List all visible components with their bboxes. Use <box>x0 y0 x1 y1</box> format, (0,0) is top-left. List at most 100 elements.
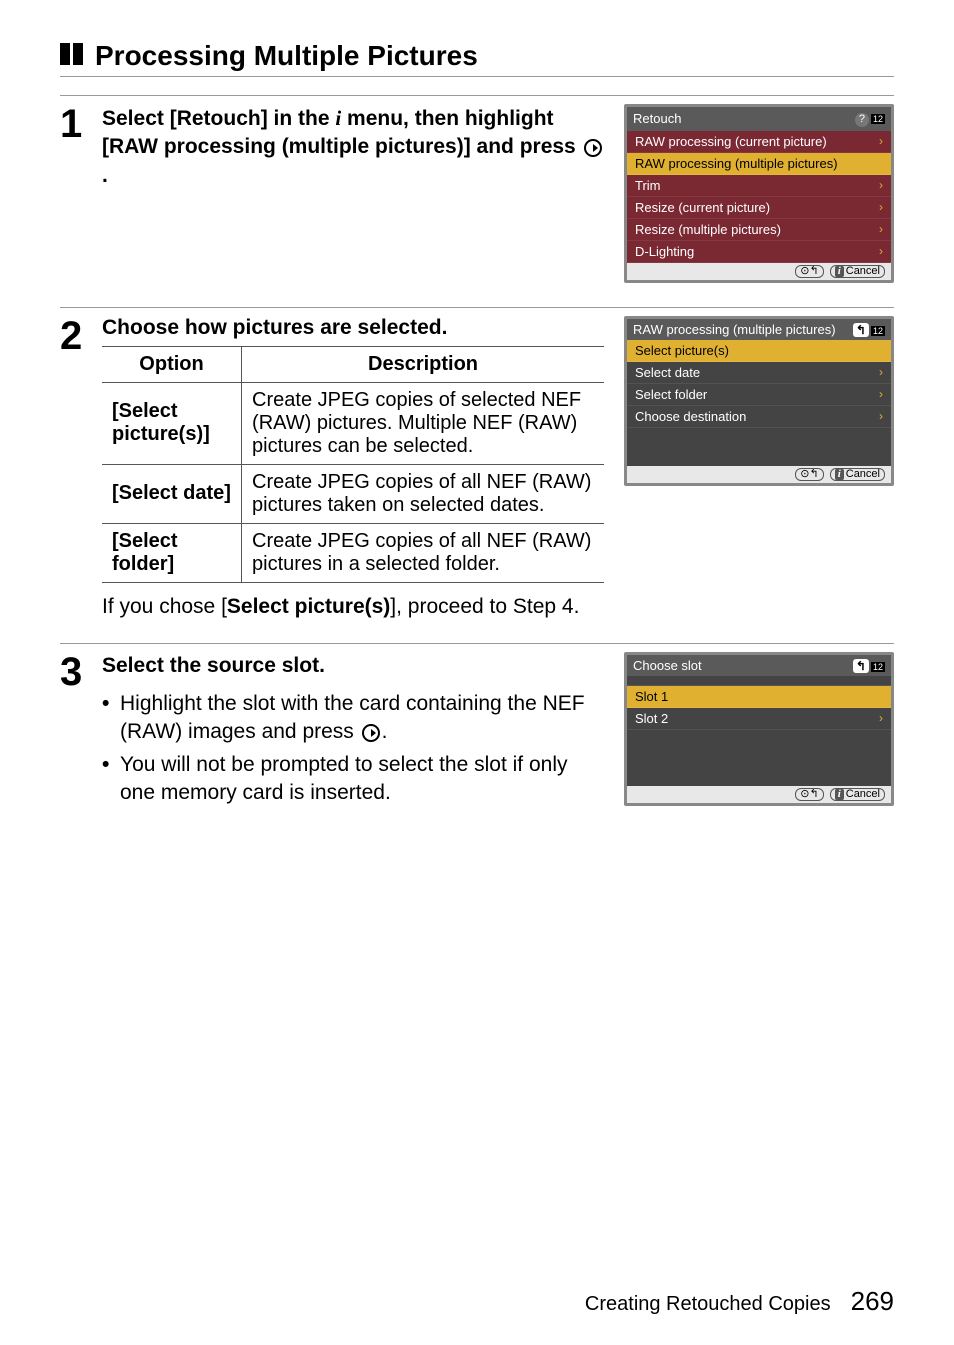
badge-12: 12 <box>871 326 885 336</box>
menu-row-label: Resize (current picture) <box>635 201 770 214</box>
step-number: 1 <box>60 104 92 283</box>
back-icon: ↰ <box>853 659 869 673</box>
cancel-hint: iCancel <box>830 265 885 278</box>
screen-title-bar: Choose slot ↰12 <box>627 655 891 676</box>
description-cell: Create JPEG copies of selected NEF (RAW)… <box>242 382 604 464</box>
separator <box>627 676 891 686</box>
chevron-right-icon: › <box>879 201 883 213</box>
dial-icon: ⊙↰ <box>795 468 823 481</box>
footer-section-name: Creating Retouched Copies <box>585 1293 831 1316</box>
menu-row-label: Select folder <box>635 388 707 401</box>
menu-row-selected: RAW processing (multiple pictures) › <box>627 153 891 175</box>
menu-row-label: Select date <box>635 366 700 379</box>
screen-footer: ⊙↰ iCancel <box>627 263 891 280</box>
chevron-right-icon: › <box>879 388 883 400</box>
screen-title: RAW processing (multiple pictures) <box>633 323 836 336</box>
menu-row: Slot 2 › <box>627 708 891 730</box>
screen-select-method: RAW processing (multiple pictures) ↰12 S… <box>624 316 894 486</box>
screen-footer: ⊙↰ iCancel <box>627 466 891 483</box>
help-icon: ? <box>855 113 869 127</box>
table-row: [Select picture(s)] Create JPEG copies o… <box>102 382 604 464</box>
step-number: 2 <box>60 316 92 619</box>
step-3: 3 Select the source slot. Highlight the … <box>60 643 894 812</box>
menu-row: Select folder › <box>627 384 891 406</box>
chevron-right-icon: › <box>879 410 883 422</box>
chevron-right-icon: › <box>879 245 883 257</box>
cancel-label: Cancel <box>846 789 880 800</box>
dial-icon: ⊙↰ <box>795 788 823 801</box>
screen-title-bar: RAW processing (multiple pictures) ↰12 <box>627 319 891 340</box>
screen-title: Choose slot <box>633 659 702 672</box>
step3-bullet-2: You will not be prompted to select the s… <box>102 751 604 808</box>
step1-instruction: Select [Retouch] in the i menu, then hig… <box>102 104 604 190</box>
cancel-label: Cancel <box>846 469 880 480</box>
description-cell: Create JPEG copies of all NEF (RAW) pict… <box>242 464 604 523</box>
menu-row: Resize (multiple pictures) › <box>627 219 891 241</box>
screen-retouch-menu: Retouch ?12 RAW processing (current pict… <box>624 104 894 283</box>
badge-12: 12 <box>871 662 885 672</box>
badge-12: 12 <box>871 114 885 124</box>
step-number: 3 <box>60 652 92 812</box>
description-cell: Create JPEG copies of all NEF (RAW) pict… <box>242 523 604 582</box>
multi-selector-right-icon <box>584 139 602 157</box>
section-title: Processing Multiple Pictures <box>95 40 478 72</box>
back-icon: ↰ <box>853 323 869 337</box>
chevron-right-icon: › <box>879 135 883 147</box>
menu-row: Trim › <box>627 175 891 197</box>
section-marker-icon <box>60 43 83 65</box>
menu-row-label: Slot 2 <box>635 712 668 725</box>
menu-row-label: Select picture(s) <box>635 344 729 357</box>
chevron-right-icon: › <box>879 157 883 169</box>
option-cell: [Select picture(s)] <box>102 382 242 464</box>
cancel-hint: iCancel <box>830 468 885 481</box>
menu-row: Resize (current picture) › <box>627 197 891 219</box>
chevron-right-icon: › <box>879 179 883 191</box>
chevron-right-icon: › <box>879 712 883 724</box>
step1-text-post: . <box>102 164 108 187</box>
menu-row: RAW processing (current picture)› <box>627 131 891 153</box>
multi-selector-right-icon <box>362 724 380 742</box>
menu-row-label: Resize (multiple pictures) <box>635 223 781 236</box>
step-2: 2 Choose how pictures are selected. Opti… <box>60 307 894 619</box>
page-number: 269 <box>851 1286 894 1317</box>
page-footer: Creating Retouched Copies 269 <box>585 1286 894 1317</box>
menu-row-label: Choose destination <box>635 410 746 423</box>
screen-title: Retouch <box>633 112 681 125</box>
menu-row-label: Trim <box>635 179 661 192</box>
screen-header-icons: ↰12 <box>853 323 885 336</box>
b1-pre: Highlight the slot with the card contain… <box>120 692 585 743</box>
screen-title-bar: Retouch ?12 <box>627 107 891 131</box>
screen-choose-slot: Choose slot ↰12 Slot 1 › Slot 2 › ⊙↰ iCanc… <box>624 652 894 806</box>
chevron-right-icon: › <box>879 690 883 702</box>
i-button-icon: i <box>835 789 844 800</box>
b1-post: . <box>382 720 388 743</box>
screen-footer: ⊙↰ iCancel <box>627 786 891 803</box>
screen-header-icons: ?12 <box>855 111 885 127</box>
dial-icon: ⊙↰ <box>795 265 823 278</box>
option-cell: [Select folder] <box>102 523 242 582</box>
cancel-label: Cancel <box>846 266 880 277</box>
after-post: ], proceed to Step 4. <box>390 595 579 618</box>
table-header-description: Description <box>242 346 604 382</box>
menu-row: D-Lighting › <box>627 241 891 263</box>
chevron-right-icon: › <box>879 366 883 378</box>
after-bold: Select picture(s) <box>227 595 390 618</box>
chevron-right-icon: › <box>879 344 883 356</box>
menu-row-label: RAW processing (multiple pictures) <box>635 157 838 170</box>
table-row: [Select folder] Create JPEG copies of al… <box>102 523 604 582</box>
menu-row-selected: Select picture(s) › <box>627 340 891 362</box>
cancel-hint: iCancel <box>830 788 885 801</box>
menu-row-label: D-Lighting <box>635 245 694 258</box>
step2-after-text: If you chose [Select picture(s)], procee… <box>102 595 894 619</box>
section-header: Processing Multiple Pictures <box>60 40 894 77</box>
menu-row-label: Slot 1 <box>635 690 668 703</box>
after-pre: If you chose [ <box>102 595 227 618</box>
step-1: 1 Select [Retouch] in the i menu, then h… <box>60 95 894 283</box>
menu-row: Select date › <box>627 362 891 384</box>
chevron-right-icon: › <box>879 223 883 235</box>
option-cell: [Select date] <box>102 464 242 523</box>
i-button-icon: i <box>835 469 844 480</box>
menu-row-selected: Slot 1 › <box>627 686 891 708</box>
step2-instruction: Choose how pictures are selected. <box>102 316 604 340</box>
table-header-option: Option <box>102 346 242 382</box>
